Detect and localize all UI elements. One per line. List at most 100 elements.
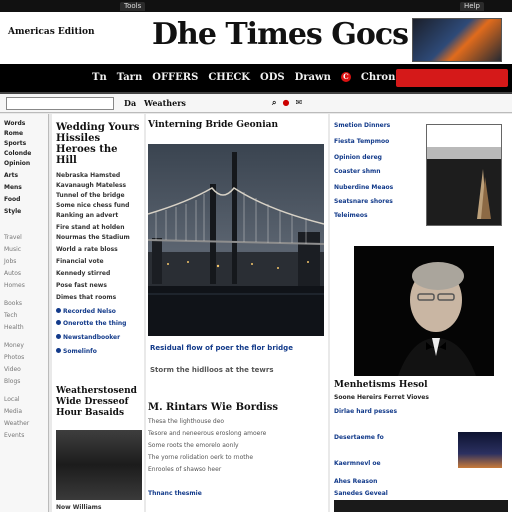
rail-text[interactable]: Soone Hereirs Ferret Vioves bbox=[334, 394, 429, 401]
story-headline[interactable]: M. Rintars Wie Bordiss bbox=[148, 402, 278, 413]
nav-item[interactable]: ODS bbox=[260, 72, 285, 83]
site-logo[interactable]: Dhe Times Gocs bbox=[152, 17, 409, 52]
nav-item[interactable]: Drawn bbox=[295, 72, 331, 83]
sidebar-item[interactable]: Photos bbox=[4, 354, 24, 361]
rail-link[interactable]: Sanedes Geveal bbox=[334, 490, 388, 497]
sidebar-item[interactable]: Mens bbox=[4, 184, 22, 191]
sidebar-item[interactable]: Books bbox=[4, 300, 22, 307]
sidebar-item[interactable]: Food bbox=[4, 196, 20, 203]
story-text: Some roots the emorelo aonly bbox=[148, 442, 239, 449]
bullet-link[interactable]: Onerotte the thing bbox=[56, 320, 126, 327]
bullet-link[interactable]: Recorded Nelso bbox=[56, 308, 116, 315]
subscribe-button[interactable] bbox=[396, 69, 508, 87]
bullet-icon bbox=[56, 308, 61, 313]
story-text: The yorne rolidation oerk to rnothe bbox=[148, 454, 254, 461]
hero-image[interactable] bbox=[148, 144, 324, 336]
sidebar-item[interactable]: Colonde bbox=[4, 150, 31, 157]
sidebar-item[interactable]: Video bbox=[4, 366, 21, 373]
sidebar-item[interactable]: Media bbox=[4, 408, 22, 415]
rail-thumbnail[interactable] bbox=[458, 432, 502, 468]
main-story: Vinterning Bride Geonian Residual flow o… bbox=[146, 114, 328, 512]
rail-link[interactable]: Smetion Dinners bbox=[334, 122, 390, 129]
sidebar-item[interactable]: Homes bbox=[4, 282, 25, 289]
search-input[interactable] bbox=[6, 97, 114, 110]
sidebar-item[interactable]: Music bbox=[4, 246, 21, 253]
headline-link[interactable]: Nourmas the Stadium bbox=[56, 234, 130, 241]
right-rail: Smetion Dinners Fiesta Tempmoo Opinion d… bbox=[330, 114, 512, 512]
bullet-link[interactable]: Newstandbooker bbox=[56, 334, 120, 341]
headline-link[interactable]: Kavanaugh Mateless bbox=[56, 182, 126, 189]
nav-item[interactable]: OFFERS bbox=[152, 72, 198, 83]
mail-icon[interactable]: ✉ bbox=[295, 98, 302, 108]
headline-link[interactable]: Some nice chess fund bbox=[56, 202, 129, 209]
sidebar-item[interactable]: Autos bbox=[4, 270, 21, 277]
rail-link[interactable]: Nuberdine Meaos bbox=[334, 184, 393, 191]
rail-link[interactable]: Ahes Reason bbox=[334, 478, 377, 485]
hero-caption[interactable]: Residual flow of poer the flor bridge bbox=[150, 344, 293, 352]
rail-headline[interactable]: Menhetisms Hesol bbox=[334, 380, 428, 390]
sidebar-item[interactable]: Events bbox=[4, 432, 24, 439]
hero-subcaption: Storm the hidlloos at the tewrs bbox=[150, 366, 274, 374]
sidebar-item[interactable]: Local bbox=[4, 396, 20, 403]
story-link[interactable]: Thnanc thesmie bbox=[148, 490, 202, 497]
alert-icon[interactable]: C bbox=[340, 72, 351, 82]
headline-link[interactable]: Nebraska Hamsted bbox=[56, 172, 120, 179]
headline-link[interactable]: Financial vote bbox=[56, 258, 104, 265]
sidebar-item[interactable]: Sports bbox=[4, 140, 26, 147]
headline-link[interactable]: Dimes that rooms bbox=[56, 294, 116, 301]
sidebar-item[interactable]: Style bbox=[4, 208, 21, 215]
bullet-link[interactable]: Somelinfo bbox=[56, 348, 97, 355]
browser-tab[interactable]: Tools bbox=[120, 2, 146, 11]
rail-link[interactable]: Teleimeos bbox=[334, 212, 368, 219]
sidebar-item[interactable]: Arts bbox=[4, 172, 18, 179]
sidebar-item[interactable]: Words bbox=[4, 120, 25, 127]
sidebar-item[interactable]: Opinion bbox=[4, 160, 30, 167]
bullet-label: Onerotte the thing bbox=[63, 320, 127, 327]
headline-link[interactable]: Pose fast news bbox=[56, 282, 107, 289]
ad-bar bbox=[427, 147, 501, 159]
edition-label[interactable]: Americas Edition bbox=[8, 27, 95, 37]
sidebar-item[interactable]: Rome bbox=[4, 130, 23, 137]
rail-bottom-image[interactable] bbox=[334, 500, 508, 512]
weather-link[interactable]: Weathers bbox=[144, 98, 186, 108]
story-thumbnail[interactable] bbox=[56, 430, 142, 500]
search-icon[interactable]: ⌕ bbox=[272, 98, 276, 108]
share-icon[interactable]: ● bbox=[282, 98, 289, 108]
sidebar-item[interactable]: Weather bbox=[4, 420, 29, 427]
sidebar-item[interactable]: Health bbox=[4, 324, 24, 331]
secondary-headline[interactable]: Weatherstosend Wide Dresseof Hour Basaid… bbox=[56, 386, 140, 419]
bullet-label: Somelinfo bbox=[63, 348, 97, 355]
rail-link[interactable]: Fiesta Tempmoo bbox=[334, 138, 389, 145]
rail-link[interactable]: Kaermnevl oe bbox=[334, 460, 381, 467]
nav-item[interactable]: Tarn bbox=[117, 72, 143, 83]
headline-link[interactable]: World a rate bloss bbox=[56, 246, 118, 253]
nav-item[interactable]: CHECK bbox=[208, 72, 250, 83]
rail-link[interactable]: Desertaeme fo bbox=[334, 434, 384, 441]
headline-link[interactable]: Ranking an advert bbox=[56, 212, 118, 219]
rail-link[interactable]: Opinion dereg bbox=[334, 154, 382, 161]
portrait-image bbox=[354, 246, 494, 376]
advertisement[interactable] bbox=[426, 124, 502, 226]
rail-link[interactable]: Seatsnare shores bbox=[334, 198, 393, 205]
section-label[interactable]: Da bbox=[124, 98, 136, 108]
sidebar-item[interactable]: Tech bbox=[4, 312, 17, 319]
browser-tab[interactable]: Help bbox=[460, 2, 484, 11]
sidebar-item[interactable]: Jobs bbox=[4, 258, 16, 265]
promo-banner[interactable] bbox=[412, 18, 502, 62]
thumb-caption[interactable]: Now Williams bbox=[56, 504, 102, 511]
headline-link[interactable]: Tunnel of the bridge bbox=[56, 192, 125, 199]
person-photo[interactable] bbox=[354, 246, 494, 376]
sidebar-item[interactable]: Blogs bbox=[4, 378, 20, 385]
sidebar: Words Rome Sports Colonde Opinion Arts M… bbox=[0, 114, 49, 512]
sidebar-item[interactable]: Money bbox=[4, 342, 24, 349]
toolbar-icons: ⌕ ● ✉ bbox=[272, 98, 302, 108]
ad-header bbox=[427, 125, 501, 147]
headline-link[interactable]: Fire stand at holden bbox=[56, 224, 125, 231]
nav-item[interactable]: Tn bbox=[92, 72, 107, 83]
column-headline[interactable]: Wedding Yours Hissiles Heroes the Hill bbox=[56, 122, 140, 166]
sidebar-item[interactable]: Travel bbox=[4, 234, 22, 241]
main-headline[interactable]: Vinterning Bride Geonian bbox=[148, 120, 278, 130]
rail-link[interactable]: Dirlae hard pesses bbox=[334, 408, 397, 415]
headline-link[interactable]: Kennedy stirred bbox=[56, 270, 110, 277]
rail-link[interactable]: Coaster shmn bbox=[334, 168, 381, 175]
